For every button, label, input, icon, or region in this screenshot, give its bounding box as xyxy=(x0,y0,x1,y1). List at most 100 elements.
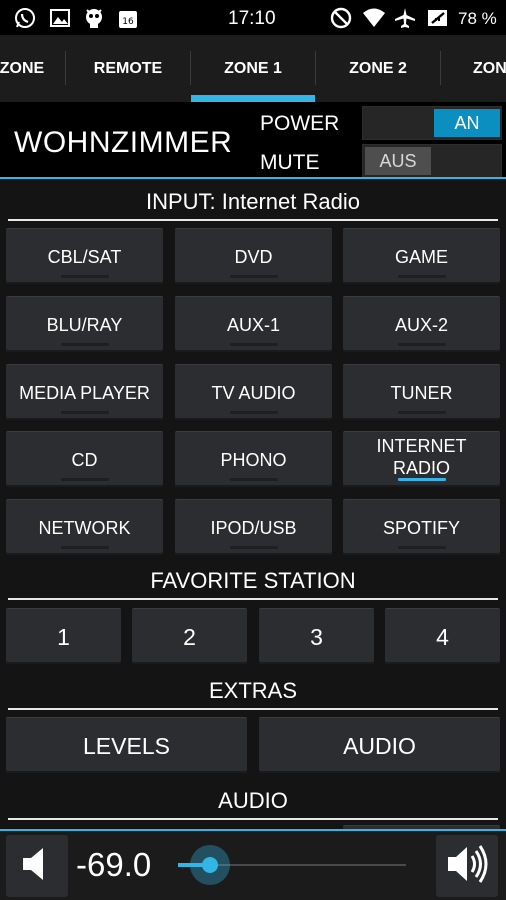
input-button-spotify[interactable]: SPOTIFY xyxy=(343,499,500,555)
button-label: LEVELS xyxy=(83,732,170,759)
tab-label: ZONE xyxy=(0,59,45,77)
input-button-aux-1[interactable]: AUX-1 xyxy=(175,296,332,352)
tab-zone[interactable]: ZONE xyxy=(0,35,64,102)
input-button-aux-2[interactable]: AUX-2 xyxy=(343,296,500,352)
button-label: PHONO xyxy=(220,449,287,470)
button-label: 1 xyxy=(57,623,70,650)
button-label: AUDIO xyxy=(343,732,416,759)
input-button-cbl-sat[interactable]: CBL/SAT xyxy=(6,228,163,284)
tab-remote[interactable]: REMOTE xyxy=(66,35,190,102)
no-sim-icon xyxy=(426,7,448,29)
button-label: 2 xyxy=(183,623,196,650)
active-input-indicator xyxy=(397,478,446,481)
power-toggle[interactable]: AN xyxy=(362,106,502,140)
audio-button[interactable]: AUDIO xyxy=(259,717,500,773)
button-label: CD xyxy=(71,449,98,470)
input-section-title: INPUT: Internet Radio xyxy=(146,189,360,214)
input-indicator xyxy=(60,343,109,346)
power-toggle-state: AN xyxy=(434,109,500,137)
input-indicator xyxy=(60,411,109,414)
input-button-network[interactable]: NETWORK xyxy=(6,499,163,555)
volume-down-icon xyxy=(15,842,59,891)
button-label: IPOD/USB xyxy=(210,517,297,538)
tab-label: REMOTE xyxy=(93,59,163,77)
input-button-cd[interactable]: CD xyxy=(6,431,163,487)
button-label: TUNER xyxy=(390,382,453,403)
mute-label: MUTE xyxy=(260,151,320,174)
button-label: 3 xyxy=(310,623,323,650)
tab-label: ZONE 2 xyxy=(349,59,407,77)
button-label: AUX-2 xyxy=(394,314,448,335)
input-button-media-player[interactable]: MEDIA PLAYER xyxy=(6,364,163,420)
tab-zone-2[interactable]: ZONE 2 xyxy=(316,35,440,102)
volume-slider-thumb[interactable] xyxy=(201,857,218,873)
favorite-station-4[interactable]: 4 xyxy=(385,608,500,664)
tab-zone-1[interactable]: ZONE 1 xyxy=(191,35,315,102)
button-label: NETWORK xyxy=(38,517,131,538)
button-label-line-2: RADIO xyxy=(392,457,450,478)
favorite-station-1[interactable]: 1 xyxy=(6,608,121,664)
zone-tab-bar: ZONE REMOTE ZONE 1 ZONE 2 ZON xyxy=(0,35,506,102)
tab-label: ZONE 1 xyxy=(224,59,282,77)
input-button-tv-audio[interactable]: TV AUDIO xyxy=(175,364,332,420)
volume-down-button[interactable] xyxy=(6,835,68,897)
volume-up-icon xyxy=(442,839,492,894)
button-label: 4 xyxy=(436,623,449,650)
battery-percentage: 78 % xyxy=(458,9,497,28)
button-label: BLU/RAY xyxy=(46,314,123,335)
favorite-station-3[interactable]: 3 xyxy=(259,608,374,664)
input-button-dvd[interactable]: DVD xyxy=(175,228,332,284)
status-bar: 16 17:10 78 % xyxy=(0,0,506,35)
input-button-tuner[interactable]: TUNER xyxy=(343,364,500,420)
mute-toggle[interactable]: AUS xyxy=(362,144,502,178)
button-label: GAME xyxy=(394,246,448,267)
zone-name: WOHNZIMMER xyxy=(14,126,233,159)
volume-up-button[interactable] xyxy=(436,835,498,897)
button-label: AUX-1 xyxy=(226,314,280,335)
input-button-ipod-usb[interactable]: IPOD/USB xyxy=(175,499,332,555)
input-indicator xyxy=(60,546,109,549)
input-indicator xyxy=(60,275,109,278)
volume-value: -69.0 xyxy=(76,846,152,883)
button-label-line-1: INTERNET xyxy=(376,435,467,456)
extras-section-title: EXTRAS xyxy=(208,678,298,703)
airplane-icon xyxy=(394,7,416,29)
tab-zone-3[interactable]: ZON xyxy=(441,35,506,102)
input-indicator xyxy=(229,343,278,346)
section-divider xyxy=(8,708,498,710)
svg-text:16: 16 xyxy=(122,17,134,27)
favorite-station-2[interactable]: 2 xyxy=(132,608,247,664)
button-label: SPOTIFY xyxy=(382,517,460,538)
tab-label: ZON xyxy=(473,59,506,77)
button-label: TV AUDIO xyxy=(211,382,296,403)
input-button-phono[interactable]: PHONO xyxy=(175,431,332,487)
input-indicator xyxy=(397,343,446,346)
audio-section-title: AUDIO xyxy=(218,788,288,813)
input-button-internet-radio[interactable]: INTERNET RADIO xyxy=(343,431,500,487)
button-label: CBL/SAT xyxy=(47,246,122,267)
input-indicator xyxy=(229,478,278,481)
section-divider xyxy=(8,598,498,600)
button-label: DVD xyxy=(234,246,273,267)
active-tab-indicator xyxy=(191,95,315,102)
input-button-blu-ray[interactable]: BLU/RAY xyxy=(6,296,163,352)
input-indicator xyxy=(229,275,278,278)
volume-bar: -69.0 xyxy=(0,829,506,900)
image-icon xyxy=(49,7,71,29)
zone-header: WOHNZIMMER POWER AN MUTE AUS xyxy=(0,102,506,178)
mute-toggle-state: AUS xyxy=(365,147,431,175)
robot-icon xyxy=(83,7,105,29)
input-indicator xyxy=(60,478,109,481)
levels-button[interactable]: LEVELS xyxy=(6,717,247,773)
button-label: MEDIA PLAYER xyxy=(19,382,150,403)
input-button-game[interactable]: GAME xyxy=(343,228,500,284)
input-indicator xyxy=(397,546,446,549)
clock: 17:10 xyxy=(228,8,276,29)
input-indicator xyxy=(397,275,446,278)
input-indicator xyxy=(229,411,278,414)
section-divider xyxy=(8,818,498,820)
input-indicator xyxy=(229,546,278,549)
do-not-disturb-icon xyxy=(330,7,352,29)
input-indicator xyxy=(397,411,446,414)
calendar-badge-icon: 16 xyxy=(117,7,139,29)
